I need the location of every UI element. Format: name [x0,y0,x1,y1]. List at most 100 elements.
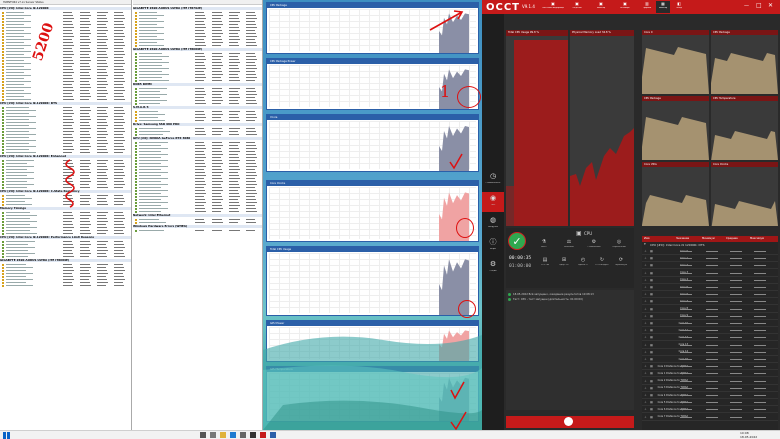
row-pin-icon[interactable]: ⊥ [644,415,647,419]
row-pin-icon[interactable]: ⊥ [644,335,647,339]
table-header-cell[interactable]: Минимум [702,237,715,240]
stop-icon[interactable] [564,417,573,426]
table-header-cell[interactable]: Среднее [726,237,738,240]
row-pin-icon[interactable]: ⊥ [644,278,647,282]
row-graph-icon[interactable]: ▦ [650,415,653,419]
occt-sidebar-item[interactable]: ◍ Нагрузка [482,214,504,234]
sensor-section-header[interactable]: Drive: Samsung SSD 980 PRO [133,123,262,127]
sensor-row[interactable] [0,255,131,258]
graph-window[interactable]: CPU Package Power [266,58,479,110]
table-row[interactable]: ⊥▦Core 5 [642,284,778,291]
close-icon[interactable]: ✕ [768,2,773,9]
sensor-row[interactable] [0,98,131,101]
row-graph-icon[interactable]: ▦ [650,357,653,361]
table-row[interactable]: ⊥▦Core 15 [642,356,778,363]
graph-window[interactable]: CPU Package [266,2,479,54]
table-row[interactable]: ⊥▦Core 13 [642,342,778,349]
table-row[interactable]: ⊥▦Core 10 [642,320,778,327]
row-graph-icon[interactable]: ▦ [650,343,653,347]
table-row[interactable]: ⊥ ▦ Core 6 Distance to TjMAX [642,406,778,414]
table-row[interactable]: ⊥ ▦ Core 0 Distance to TjMAX [642,363,778,371]
row-graph-icon[interactable]: ▦ [650,364,653,368]
sensor-row[interactable] [133,79,262,82]
table-row[interactable]: ⊥▦Core 7 [642,298,778,306]
table-row[interactable]: ⊥ ▦ Core 5 Distance to TjMAX [642,399,778,407]
sensor-section-header[interactable]: GPU [#0]: NVIDIA GeForce RTX 3080 [133,137,262,141]
row-graph-icon[interactable]: ▦ [650,271,653,275]
monitor-graph[interactable]: CPU Package [642,96,709,160]
start-button[interactable]: ✓ [508,232,526,250]
table-row[interactable]: ⊥▦Core 14 [642,349,778,356]
test-stat[interactable]: ▤ 12.5 GB [536,256,554,272]
row-graph-icon[interactable]: ▦ [650,263,653,267]
settings-icon[interactable] [240,432,246,438]
minimize-icon[interactable]: — [744,3,749,9]
monitor-graph[interactable]: Core 0 [642,30,709,94]
table-header-cell[interactable]: Значение [676,237,689,240]
row-graph-icon[interactable]: ▦ [650,249,653,253]
row-pin-icon[interactable]: ⊥ [644,379,647,383]
table-header-cell[interactable]: Максимум [750,237,764,240]
sensor-row[interactable] [133,133,262,136]
row-pin-icon[interactable]: ⊥ [644,307,647,311]
row-pin-icon[interactable]: ⊥ [644,263,647,267]
sensor-section-header[interactable]: DDR5 DIMM [133,83,262,87]
row-graph-icon[interactable]: ▦ [650,307,653,311]
test-stat[interactable]: ⟳ Перезапуск [612,256,630,272]
test-stat[interactable]: ◴ Время: 0 [574,256,592,272]
row-graph-icon[interactable]: ▦ [650,379,653,383]
table-row[interactable]: ⊥▦Core 3 [642,270,778,277]
test-stat[interactable]: ↻ 0 (Стандарт) [593,256,611,272]
occt-sidebar-item[interactable]: ◷ Стабильность [482,170,504,190]
sensor-section-header[interactable]: GIGABYTE Z690 AORUS ULTRA (ITE IT8689E) [0,259,131,263]
row-pin-icon[interactable]: ⊥ [644,407,647,411]
maximize-icon[interactable]: □ [756,2,762,9]
sensor-row[interactable] [133,229,262,232]
explorer-icon[interactable] [220,432,226,438]
sensor-section-header[interactable]: Network: Intel Ethernet [133,214,262,218]
graph-window[interactable]: Core Clocks [266,180,479,242]
row-graph-icon[interactable]: ▦ [650,407,653,411]
sensor-row[interactable] [133,44,262,47]
table-row[interactable]: ⊥▦Core 11 [642,327,778,335]
occt-app-icon[interactable] [260,432,266,438]
sensor-row[interactable] [0,232,131,235]
occt-sidebar-item[interactable]: ⚙ Опции [482,258,504,278]
table-row[interactable]: ⊥▦Core 4 [642,277,778,284]
row-graph-icon[interactable]: ▦ [650,292,653,296]
table-row[interactable]: ⊥▦Core 12 [642,334,778,342]
sensor-section-header[interactable]: CPU [#0]: Intel Core i9-12900K: DTS [0,102,131,106]
monitor-graph[interactable]: Core Clocks [711,162,778,226]
row-graph-icon[interactable]: ▦ [650,350,653,354]
table-row[interactable]: ⊥▦Core 9 [642,313,778,320]
occt-title-button[interactable]: ▣ Бенчмарк [614,1,636,13]
row-graph-icon[interactable]: ▦ [650,299,653,303]
start-icon[interactable] [3,432,10,439]
row-graph-icon[interactable]: ▦ [650,393,653,397]
test-control[interactable]: ⚖ Большой [557,238,581,252]
row-pin-icon[interactable]: ⊥ [644,285,647,289]
sensor-row[interactable] [133,119,262,122]
search-icon[interactable] [200,432,206,438]
sensor-row[interactable] [0,186,131,189]
row-graph-icon[interactable]: ▦ [650,328,653,332]
sensor-section-header[interactable]: Memory Timings [0,207,131,211]
sensor-section-header[interactable]: CPU [#0]: Intel Core i9-12900K: Performa… [0,236,131,240]
sensor-row[interactable] [0,284,131,287]
row-pin-icon[interactable]: ⊥ [644,256,647,260]
occt-title-button[interactable]: ▣ Монитор [590,1,612,13]
sensor-section-header[interactable]: CPU [#0]: Intel Core i9-12900K: Enhanced [0,155,131,159]
table-row[interactable]: ⊥▦Core 1 [642,255,778,263]
monitor-graph[interactable]: Core VIDs [642,162,709,226]
row-graph-icon[interactable]: ▦ [650,285,653,289]
table-row[interactable]: ⊥▦Core 0 [642,248,778,255]
row-pin-icon[interactable]: ⊥ [644,357,647,361]
row-pin-icon[interactable]: ⊥ [644,292,647,296]
table-header-cell[interactable]: Имя [644,237,649,240]
row-graph-icon[interactable]: ▦ [650,256,653,260]
row-pin-icon[interactable]: ⊥ [644,371,647,375]
row-pin-icon[interactable]: ⊥ [644,249,647,253]
occt-sidebar-item[interactable]: ◉ Тест [482,192,504,212]
occt-sidebar-item[interactable]: ⓘ Инфо [482,236,504,256]
row-graph-icon[interactable]: ▦ [650,278,653,282]
